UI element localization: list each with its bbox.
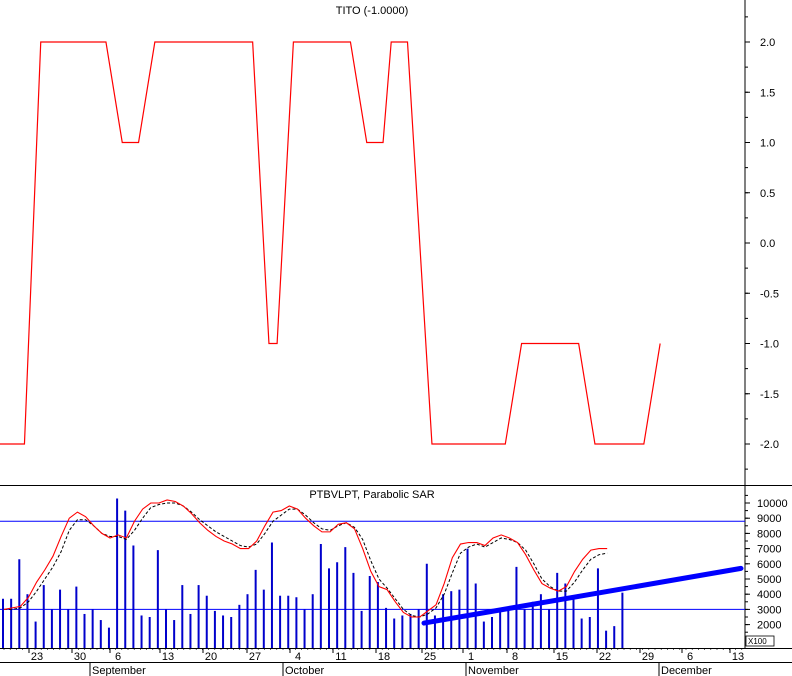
bottom-ytick-label: 5000 [757,574,781,586]
date-tick-label: 8 [512,651,518,663]
date-tick-label: 18 [378,651,390,663]
bottom-chart-title: PTBVLPT, Parabolic SAR [309,489,434,501]
bottom-ytick-label: 8000 [757,528,781,540]
bottom-ytick-label: 10000 [757,498,788,510]
date-tick-label: 22 [599,651,611,663]
month-label: November [468,665,519,676]
date-tick-label: 15 [556,651,568,663]
top-ytick-label: 2.0 [760,37,775,49]
top-chart-title: TITO (-1.0000) [336,5,409,17]
bottom-ytick-label: 9000 [757,513,781,525]
date-tick-label: 29 [642,651,654,663]
date-tick-label: 30 [74,651,86,663]
top-ytick-label: 0.5 [760,188,775,200]
top-ytick-label: -1.5 [760,389,779,401]
date-tick-label: 4 [295,651,301,663]
date-tick-label: 25 [424,651,436,663]
top-ytick-label: -2.0 [760,439,779,451]
month-label: December [661,665,712,676]
date-tick-label: 1 [468,651,474,663]
date-tick-label: 6 [687,651,693,663]
date-tick-label: 11 [335,651,346,663]
top-ytick-label: -0.5 [760,288,779,300]
date-tick-label: 13 [732,651,744,663]
date-tick-label: 6 [115,651,121,663]
bottom-ytick-label: 4000 [757,589,781,601]
top-ytick-label: 1.0 [760,138,775,150]
month-label: September [92,665,146,676]
top-ytick-label: 0.0 [760,238,775,250]
top-ytick-label: -1.0 [760,339,779,351]
bottom-ytick-label: 2000 [757,620,781,632]
date-tick-label: 27 [249,651,261,663]
bottom-ytick-label: 6000 [757,559,781,571]
date-tick-label: 20 [205,651,217,663]
bottom-ytick-label: 7000 [757,544,781,556]
month-label: October [285,665,324,676]
unit-label: X100 [748,637,767,646]
chart-canvas: TITO (-1.0000) 2.0 1.5 1.0 0.5 0.0 -0.5 -1.0 -1… [0,0,792,676]
date-tick-label: 13 [162,651,174,663]
top-ytick-label: 1.5 [760,87,775,99]
bottom-ytick-label: 3000 [757,604,781,616]
date-tick-label: 23 [31,651,43,663]
